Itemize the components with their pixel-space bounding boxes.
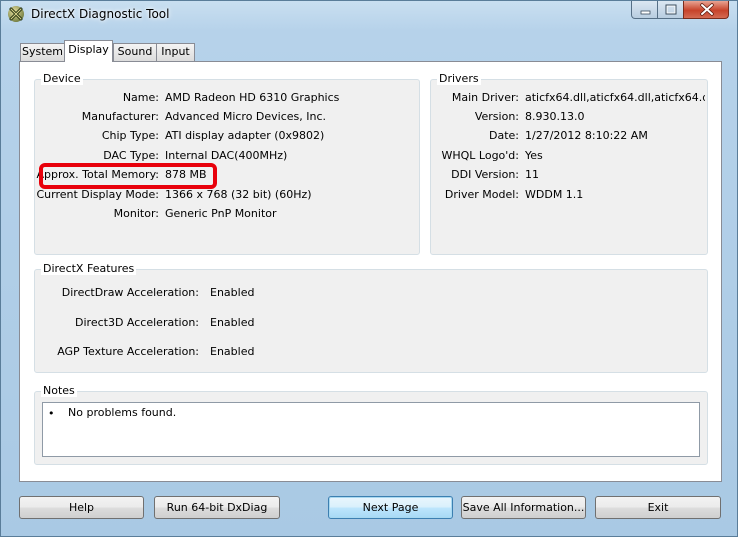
notes-text-area[interactable]: • No problems found. <box>42 402 700 457</box>
exit-button[interactable]: Exit <box>595 496 721 519</box>
directdraw-label: DirectDraw Acceleration: <box>61 286 199 299</box>
device-total-memory-label: Approx. Total Memory: <box>36 168 160 181</box>
next-page-button[interactable]: Next Page <box>328 496 453 519</box>
help-button[interactable]: Help <box>19 496 144 519</box>
device-group-title: Device <box>41 72 83 85</box>
minimize-button[interactable] <box>631 1 658 19</box>
dxdiag-window: DirectX Diagnostic Tool System Display S… <box>0 0 738 537</box>
ddi-version-value: 11 <box>525 168 539 181</box>
close-icon <box>700 3 714 16</box>
maximize-button[interactable] <box>657 1 684 19</box>
title-bar[interactable]: DirectX Diagnostic Tool <box>1 1 737 28</box>
device-chip-type-label: Chip Type: <box>101 129 159 142</box>
agp-label: AGP Texture Acceleration: <box>57 345 199 358</box>
run-64-bit-dxdiag-button[interactable]: Run 64-bit DxDiag <box>154 496 280 519</box>
device-display-mode-label: Current Display Mode: <box>36 188 159 201</box>
driver-version-label: Version: <box>474 110 519 123</box>
directx-x-icon <box>8 6 24 22</box>
device-chip-type-value: ATI display adapter (0x9802) <box>165 129 325 142</box>
window-title: DirectX Diagnostic Tool <box>31 7 170 21</box>
directdraw-value: Enabled <box>210 286 255 299</box>
device-name-value: AMD Radeon HD 6310 Graphics <box>165 91 340 104</box>
notes-title: Notes <box>41 384 77 397</box>
driver-date-label: Date: <box>489 129 519 142</box>
driver-date-value: 1/27/2012 8:10:22 AM <box>525 129 648 142</box>
device-monitor-value: Generic PnP Monitor <box>165 207 277 220</box>
ddi-version-label: DDI Version: <box>451 168 519 181</box>
tab-system[interactable]: System <box>20 43 65 61</box>
device-manufacturer-label: Manufacturer: <box>81 110 159 123</box>
direct3d-label: Direct3D Acceleration: <box>75 316 199 329</box>
tab-display[interactable]: Display <box>64 40 113 62</box>
save-all-information-button[interactable]: Save All Information... <box>461 496 586 519</box>
device-manufacturer-value: Advanced Micro Devices, Inc. <box>165 110 327 123</box>
whql-label: WHQL Logo'd: <box>441 149 519 162</box>
direct3d-value: Enabled <box>210 316 255 329</box>
device-monitor-label: Monitor: <box>113 207 159 220</box>
close-button[interactable] <box>683 1 729 19</box>
device-dac-type-value: Internal DAC(400MHz) <box>165 149 288 162</box>
main-driver-value: aticfx64.dll,aticfx64.dll,aticfx64.dll,a <box>525 91 705 104</box>
notes-bullet: • <box>48 407 55 420</box>
tab-sound[interactable]: Sound <box>113 43 157 61</box>
notes-item: No problems found. <box>68 406 177 419</box>
driver-model-label: Driver Model: <box>444 188 519 201</box>
maximize-icon <box>665 4 677 15</box>
agp-value: Enabled <box>210 345 255 358</box>
device-name-label: Name: <box>122 91 159 104</box>
driver-version-value: 8.930.13.0 <box>525 110 585 123</box>
directx-features-title: DirectX Features <box>41 262 137 275</box>
drivers-group-title: Drivers <box>437 72 481 85</box>
whql-value: Yes <box>525 149 543 162</box>
minimize-icon <box>640 10 651 15</box>
main-driver-label: Main Driver: <box>451 91 519 104</box>
driver-model-value: WDDM 1.1 <box>525 188 584 201</box>
device-dac-type-label: DAC Type: <box>103 149 159 162</box>
device-display-mode-value: 1366 x 768 (32 bit) (60Hz) <box>165 188 312 201</box>
tab-input[interactable]: Input <box>156 43 195 61</box>
device-total-memory-value: 878 MB <box>165 168 207 181</box>
